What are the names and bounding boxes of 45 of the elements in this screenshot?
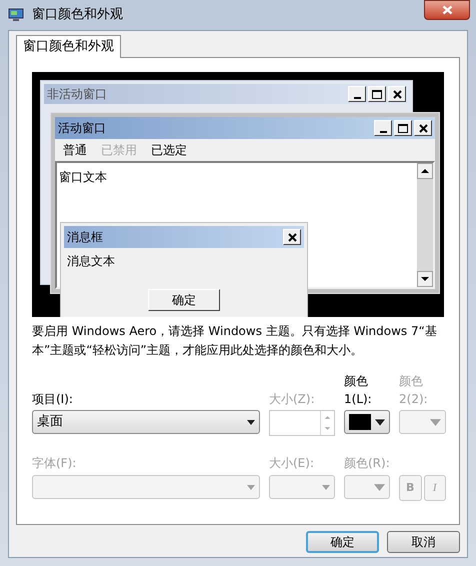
dropdown-arrow-icon [374, 418, 385, 426]
maximize-button[interactable] [394, 120, 412, 136]
close-icon [442, 5, 452, 15]
inactive-window-title: 非活动窗口 [47, 86, 107, 103]
field-label: 大小(Z): [269, 391, 315, 408]
close-icon [392, 90, 402, 98]
dropdown-arrow-icon [322, 484, 330, 490]
message-box-title: 消息框 [67, 229, 103, 246]
down-arrow-icon [421, 277, 429, 281]
up-arrow-icon [421, 169, 429, 173]
dropdown-arrow-icon [247, 420, 255, 424]
menu-item[interactable]: 普通 [63, 141, 87, 159]
close-button[interactable] [424, 0, 470, 20]
minimize-icon [380, 130, 386, 132]
dropdown-arrow-icon [374, 484, 385, 490]
dropdown[interactable]: 桌面 [32, 410, 260, 434]
maximize-icon [372, 90, 382, 98]
message-text: 消息文本 [66, 253, 116, 270]
color-picker[interactable] [344, 410, 390, 434]
field-label: 颜色(R): [344, 455, 390, 472]
aero-note: 要启用 Windows Aero，请选择 Windows 主题。只有选择 Windows 7“基本”主题或“轻松访问”主题，才能应用此处选择的颜色和大小。 [32, 323, 438, 359]
active-window-title: 活动窗口 [58, 120, 106, 137]
menu-item[interactable]: 已选定 [151, 141, 187, 159]
minimize-button[interactable] [374, 120, 392, 136]
field-label: 字体(F): [32, 455, 78, 472]
window-title: 窗口颜色和外观 [32, 6, 123, 24]
cancel-button[interactable]: 取消 [387, 531, 460, 553]
minimize-icon [354, 96, 360, 98]
close-icon [288, 232, 296, 242]
field-label: 颜色 2(2): [399, 373, 429, 408]
close-icon [418, 124, 428, 132]
field-label: 颜色 1(L): [344, 373, 373, 408]
ok-button[interactable]: 确定 [148, 289, 220, 311]
maximize-button[interactable] [368, 86, 386, 102]
field-label: 大小(E): [269, 455, 315, 472]
dropdown-arrow-icon [430, 418, 441, 426]
tab[interactable]: 窗口颜色和外观 [16, 35, 121, 58]
ok-button[interactable]: 确定 [306, 531, 379, 553]
monitor-icon [8, 8, 24, 22]
scrollbar[interactable] [417, 163, 433, 287]
minimize-button[interactable] [348, 86, 366, 102]
dropdown-arrow-icon [247, 484, 255, 490]
maximize-icon [398, 124, 408, 132]
window-text: 窗口文本 [59, 170, 107, 184]
field-label: 项目(I): [32, 391, 73, 408]
